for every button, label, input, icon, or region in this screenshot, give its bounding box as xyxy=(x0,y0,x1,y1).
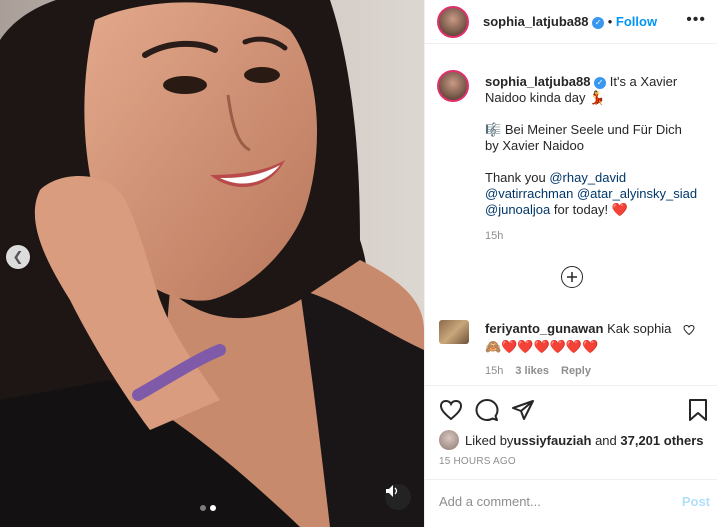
caption: sophia_latjuba88 ✓ It's a Xavier Naidoo … xyxy=(485,74,705,244)
carousel-dot xyxy=(200,505,206,511)
mention-rhay-david[interactable]: @rhay_david xyxy=(549,170,626,185)
post-header: sophia_latjuba88 ✓ • Follow ••• xyxy=(425,0,717,44)
speech-bubble-icon xyxy=(475,399,499,421)
load-more-comments-button[interactable] xyxy=(561,266,583,288)
thanks-prefix: Thank you xyxy=(485,170,550,185)
thanks-suffix: for today! xyxy=(550,202,612,217)
author-username[interactable]: sophia_latjuba88 xyxy=(483,14,588,29)
caption-text-1: It's a Xavier xyxy=(609,74,678,89)
caption-time[interactable]: 15h xyxy=(485,228,705,244)
follow-button[interactable]: Follow xyxy=(616,14,657,29)
liked-by-prefix: Liked by xyxy=(465,432,514,448)
song-title: Bei Meiner Seele und Für Dich xyxy=(504,122,682,137)
carousel-dot-active xyxy=(210,505,216,511)
mute-toggle-button[interactable] xyxy=(385,484,411,510)
mention-vatirrachman[interactable]: @vatirrachman xyxy=(485,186,573,201)
caption-text-2: Naidoo kinda day xyxy=(485,90,586,105)
more-options-icon[interactable]: ••• xyxy=(686,11,706,29)
comment-time[interactable]: 15h xyxy=(485,362,503,380)
comment-text: Kak sophia xyxy=(607,321,672,336)
post-comment-button[interactable]: Post xyxy=(682,494,710,509)
comment: feriyanto_gunawan Kak sophia 🙈❤️❤️❤️❤️❤️… xyxy=(485,320,685,380)
post-timestamp[interactable]: 15 HOURS AGO xyxy=(439,456,516,467)
photo-artwork xyxy=(0,0,424,527)
mention-atar-alyinsky-siad[interactable]: @atar_alyinsky_siad xyxy=(577,186,697,201)
liked-by-user[interactable]: ussiyfauziah xyxy=(513,433,591,448)
save-button[interactable] xyxy=(686,398,710,425)
post-sidebar: sophia_latjuba88 ✓ • Follow ••• sophia_l… xyxy=(424,0,717,527)
mention-junoaljoa[interactable]: @junoaljoa xyxy=(485,202,550,217)
follow-separator: • xyxy=(607,14,613,29)
action-bar xyxy=(425,385,717,435)
plus-icon xyxy=(567,272,577,282)
song-artist: by Xavier Naidoo xyxy=(485,138,584,153)
speaker-icon xyxy=(386,485,398,497)
verified-badge-icon: ✓ xyxy=(592,16,605,29)
likes-summary: Liked by ussiyfauziah and 37,201 others xyxy=(439,430,709,450)
comment-emojis: 🙈❤️❤️❤️❤️❤️❤️ xyxy=(485,339,599,354)
add-comment-input[interactable] xyxy=(439,494,659,509)
heart-icon xyxy=(439,399,463,421)
carousel-prev-button[interactable]: ❮ xyxy=(6,245,30,269)
music-score-emoji: 🎼 xyxy=(485,122,502,137)
liker-avatar[interactable] xyxy=(439,430,459,450)
chevron-left-icon: ❮ xyxy=(12,249,24,264)
caption-username[interactable]: sophia_latjuba88 xyxy=(485,74,590,89)
heart-emoji: ❤️ xyxy=(611,202,628,217)
verified-badge-icon: ✓ xyxy=(594,76,607,89)
post-photo[interactable]: ❮ xyxy=(0,0,424,527)
comment-meta: 15h 3 likes Reply xyxy=(485,362,685,380)
carousel-dots xyxy=(200,505,216,511)
caption-avatar[interactable] xyxy=(437,70,469,102)
comment-button[interactable] xyxy=(475,398,499,425)
commenter-avatar[interactable] xyxy=(439,320,469,344)
commenter-username[interactable]: feriyanto_gunawan xyxy=(485,321,603,336)
comment-reply-button[interactable]: Reply xyxy=(561,362,591,380)
bookmark-icon xyxy=(689,399,707,421)
header-line: sophia_latjuba88 ✓ • Follow xyxy=(483,14,657,29)
like-button[interactable] xyxy=(439,398,463,425)
paper-plane-icon xyxy=(512,400,534,420)
share-button[interactable] xyxy=(511,398,535,425)
likes-count[interactable]: 37,201 others xyxy=(620,433,703,448)
comment-like-button[interactable] xyxy=(683,323,695,339)
add-comment-bar: Post xyxy=(425,479,717,527)
author-avatar[interactable] xyxy=(437,6,469,38)
dancer-emoji: 💃 xyxy=(589,90,606,105)
heart-outline-icon xyxy=(683,324,695,336)
comment-likes[interactable]: 3 likes xyxy=(515,362,549,380)
liked-by-middle: and xyxy=(591,432,621,448)
